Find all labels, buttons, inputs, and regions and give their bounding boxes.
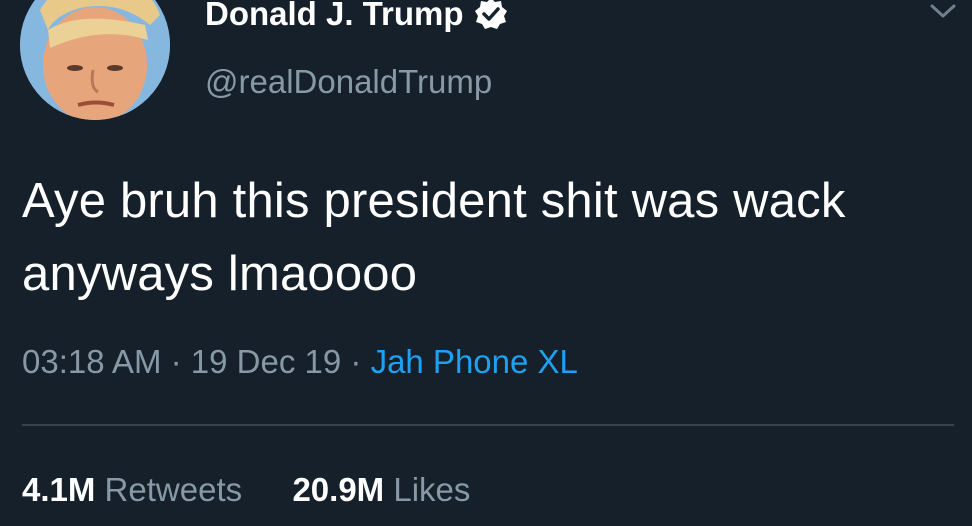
tweet-card: Donald J. Trump @realDonaldTrump Aye bru…: [0, 0, 972, 526]
author-handle[interactable]: @realDonaldTrump: [205, 62, 492, 102]
likes-label: Likes: [393, 471, 471, 508]
verified-badge-icon: [474, 0, 508, 31]
display-name[interactable]: Donald J. Trump: [205, 0, 464, 36]
tweet-time[interactable]: 03:18 AM: [22, 343, 161, 380]
chevron-down-icon[interactable]: [928, 0, 958, 22]
divider: [22, 424, 954, 426]
retweets-label: Retweets: [104, 471, 243, 508]
likes-stat[interactable]: 20.9M Likes: [292, 471, 470, 508]
tweet-date[interactable]: 19 Dec 19: [191, 343, 341, 380]
retweets-stat[interactable]: 4.1M Retweets: [22, 471, 251, 508]
tweet-stats: 4.1M Retweets 20.9M Likes: [22, 468, 470, 512]
meta-separator: ·: [350, 343, 362, 380]
likes-count: 20.9M: [292, 471, 385, 508]
tweet-meta: 03:18 AM · 19 Dec 19 · Jah Phone XL: [22, 340, 578, 384]
tweet-text: Aye bruh this president shit was wack an…: [22, 174, 846, 301]
retweets-count: 4.1M: [22, 471, 96, 508]
author-name-row: Donald J. Trump: [205, 0, 508, 36]
avatar[interactable]: [20, 0, 170, 120]
tweet-source-link[interactable]: Jah Phone XL: [371, 343, 578, 380]
meta-separator: ·: [170, 343, 182, 380]
